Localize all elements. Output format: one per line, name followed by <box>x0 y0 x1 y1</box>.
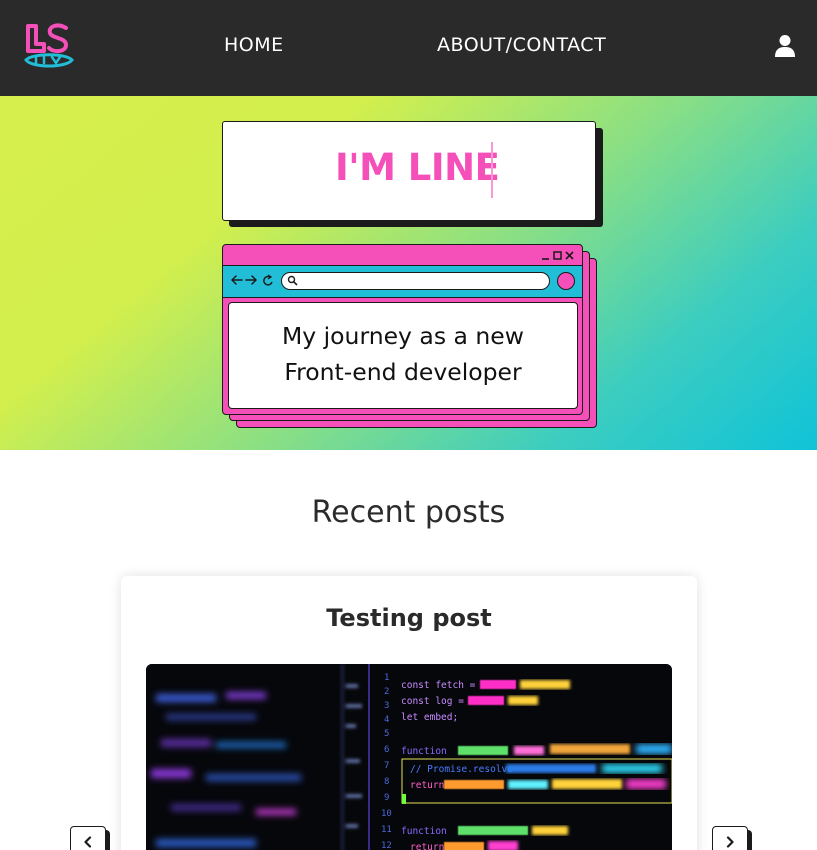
nav-home-link[interactable]: HOME <box>224 34 284 56</box>
svg-text:11: 11 <box>381 825 392 835</box>
svg-text:1: 1 <box>384 673 389 683</box>
svg-text:function: function <box>401 826 447 837</box>
hero-tagline: My journey as a new Front-end developer <box>228 318 578 390</box>
browser-nav-arrows-icon <box>231 274 273 286</box>
svg-text:return: return <box>410 780 444 791</box>
svg-text:const log =: const log = <box>401 696 464 707</box>
svg-text:6: 6 <box>384 745 389 755</box>
svg-text:// Promise.resolve: // Promise.resolve <box>410 764 513 775</box>
top-navbar: HOME ABOUT/CONTACT <box>0 0 817 96</box>
carousel-next-button[interactable] <box>712 826 748 850</box>
svg-text:return: return <box>410 842 444 850</box>
post-cover-image[interactable]: 123 456 789 10111213 const fetch = const… <box>146 664 672 850</box>
svg-text:8: 8 <box>384 777 389 787</box>
browser-url-bar <box>281 272 550 290</box>
nav-about-contact-link[interactable]: ABOUT/CONTACT <box>437 34 606 56</box>
post-title[interactable]: Testing post <box>121 604 697 632</box>
chevron-right-icon <box>726 836 734 848</box>
svg-text:3: 3 <box>384 701 389 711</box>
svg-text:function: function <box>401 746 447 757</box>
user-icon[interactable] <box>774 34 796 58</box>
recent-posts-heading: Recent posts <box>311 495 506 530</box>
browser-circle-button <box>557 272 575 290</box>
search-icon <box>287 275 298 286</box>
svg-text:5: 5 <box>384 729 389 739</box>
hero-title: I'M LINE <box>335 146 500 189</box>
code-screenshot-image: 123 456 789 10111213 const fetch = const… <box>146 664 672 850</box>
hero-tagline-line2: Front-end developer <box>284 358 522 386</box>
typing-caret <box>491 142 493 198</box>
svg-text:2: 2 <box>384 687 389 697</box>
logo-icon[interactable] <box>22 20 76 70</box>
chevron-left-icon <box>84 836 92 848</box>
svg-text:10: 10 <box>381 809 392 819</box>
svg-text:7: 7 <box>384 761 389 771</box>
svg-text:4: 4 <box>384 715 389 725</box>
svg-text:9: 9 <box>384 793 389 803</box>
svg-text:12: 12 <box>381 841 392 850</box>
svg-text:const fetch =: const fetch = <box>401 680 476 691</box>
window-controls-icon <box>542 251 574 260</box>
hero-tagline-line1: My journey as a new <box>282 322 524 350</box>
svg-text:let embed;: let embed; <box>401 712 458 723</box>
carousel-prev-button[interactable] <box>70 826 106 850</box>
